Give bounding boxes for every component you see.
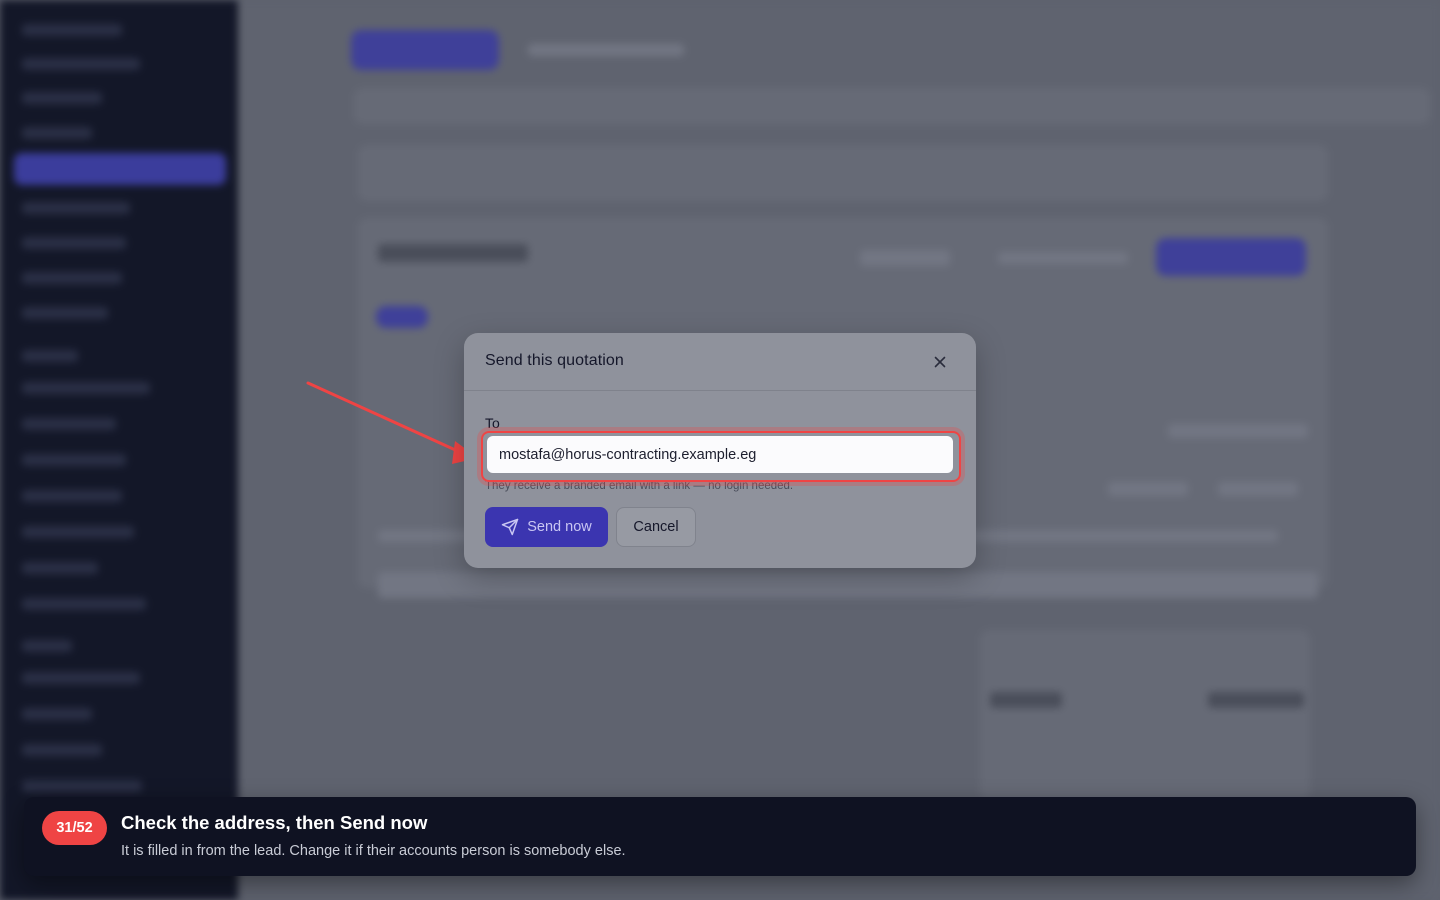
sidebar	[0, 0, 238, 900]
send-icon	[502, 518, 519, 536]
email-highlight	[481, 431, 961, 482]
tour-tooltip: 31/52 Check the address, then Send now I…	[24, 797, 1416, 876]
dialog-header: Send this quotation	[464, 333, 976, 391]
to-field-label: To	[485, 415, 500, 431]
tour-description: It is filled in from the lead. Change it…	[121, 843, 626, 859]
dialog-title: Send this quotation	[485, 352, 624, 369]
tour-title: Check the address, then Send now	[121, 812, 428, 833]
step-badge: 31/52	[42, 811, 107, 845]
email-field[interactable]	[487, 436, 953, 473]
sidebar-active-item	[14, 153, 226, 185]
close-icon[interactable]	[930, 352, 950, 372]
send-now-label: Send now	[527, 519, 592, 535]
send-now-button[interactable]: Send now	[485, 507, 608, 547]
cancel-button[interactable]: Cancel	[616, 507, 696, 547]
